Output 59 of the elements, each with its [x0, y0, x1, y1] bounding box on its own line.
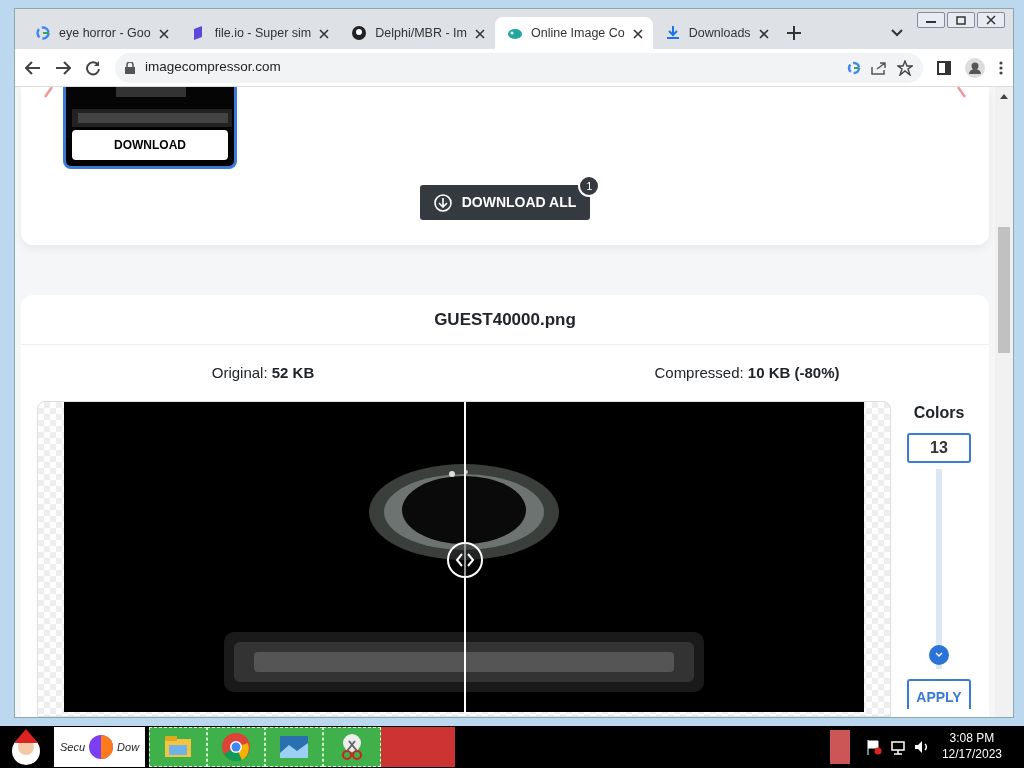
browser-tab[interactable]: Downloads: [652, 17, 779, 49]
apply-button[interactable]: APPLY: [907, 679, 971, 709]
browser-icon[interactable]: [88, 734, 115, 760]
browser-tab[interactable]: Online Image Co: [494, 17, 653, 49]
tab-title: file.io - Super sim: [214, 24, 312, 42]
taskbar-button[interactable]: [265, 727, 324, 767]
download-icon: [664, 25, 681, 41]
share-icon[interactable]: [871, 60, 887, 75]
taskbar-label: Dow: [117, 739, 140, 755]
back-icon[interactable]: [25, 60, 41, 75]
speaker-icon[interactable]: [913, 739, 930, 755]
clock-time[interactable]: 3:08 PM: [941, 731, 1002, 747]
colors-input[interactable]: 13: [907, 433, 971, 463]
new-tab-icon[interactable]: [786, 26, 801, 40]
slider-thumb[interactable]: [929, 645, 949, 666]
colors-label: Colors: [913, 403, 965, 423]
taskbar-button[interactable]: [829, 730, 850, 764]
file-name: GUEST40000.png: [21, 295, 989, 345]
flag-icon[interactable]: [865, 739, 882, 755]
scrollbar[interactable]: [995, 87, 1013, 717]
tab-title: Online Image Co: [530, 24, 625, 42]
network-icon[interactable]: [889, 739, 906, 755]
url-text: imagecompressor.com: [145, 58, 281, 77]
restore-button[interactable]: [947, 12, 975, 28]
browser-tab[interactable]: file.io - Super sim: [178, 17, 340, 49]
browser-tab[interactable]: Delphi/MBR - Im: [339, 17, 495, 49]
close-icon: [986, 15, 996, 25]
reload-icon[interactable]: [85, 59, 101, 76]
taskbar-button[interactable]: [207, 727, 266, 767]
download-button[interactable]: DOWNLOAD: [70, 128, 230, 162]
download-icon: [433, 193, 452, 212]
clock-date[interactable]: 12/17/2023: [941, 747, 1002, 763]
taskbar-button[interactable]: [323, 727, 382, 767]
slider-handle[interactable]: [447, 542, 483, 578]
chevron-down-icon[interactable]: [891, 29, 903, 37]
address-bar[interactable]: imagecompressor.com: [115, 52, 923, 83]
scroll-up-icon[interactable]: [1000, 93, 1008, 99]
google-icon: [35, 25, 51, 41]
side-panel-icon[interactable]: [937, 60, 951, 75]
google-icon[interactable]: [847, 60, 861, 75]
minimize-button[interactable]: [917, 12, 945, 28]
forward-icon[interactable]: [55, 60, 71, 75]
browser-tab[interactable]: eye horror - Goo: [23, 17, 179, 49]
original-size: Original: 52 KB: [210, 362, 316, 383]
tab-title: Downloads: [688, 24, 751, 42]
tab-title: Delphi/MBR - Im: [375, 24, 467, 42]
count-badge: 1: [578, 175, 601, 197]
tab-title: eye horror - Goo: [59, 24, 151, 42]
restore-icon: [956, 15, 966, 25]
lock-icon: [125, 61, 135, 74]
thumbnail-card[interactable]: DOWNLOAD: [63, 87, 237, 169]
close-button[interactable]: [977, 12, 1005, 28]
scroll-thumb[interactable]: [998, 227, 1010, 353]
compressed-size: Compressed: 10 KB (-80%): [653, 362, 841, 383]
chevrons-icon: [455, 553, 475, 567]
star-icon[interactable]: [897, 59, 913, 76]
taskbar-label: Secu: [60, 739, 86, 755]
menu-icon[interactable]: [999, 60, 1003, 75]
profile-icon[interactable]: [965, 57, 985, 78]
